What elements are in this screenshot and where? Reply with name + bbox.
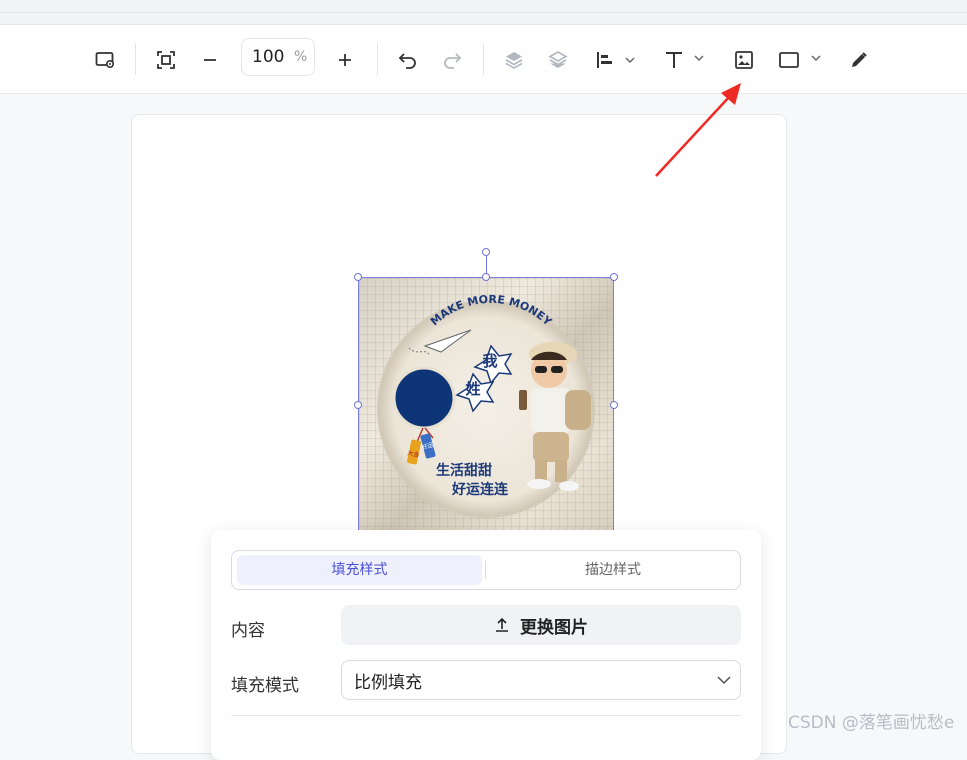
redo-icon[interactable] xyxy=(441,45,463,75)
upload-icon xyxy=(496,617,508,632)
zoom-value: 100 xyxy=(252,47,285,67)
blue-circle xyxy=(392,366,456,430)
resize-handle-e[interactable] xyxy=(610,401,618,409)
zoom-unit: % xyxy=(294,49,308,65)
toolbar-separator xyxy=(483,43,484,75)
canvas-settings-icon[interactable] xyxy=(94,45,116,75)
pen-icon[interactable] xyxy=(848,45,870,75)
tab-fill-style[interactable]: 填充样式 xyxy=(237,555,482,585)
slogan-line-2: 好运连连 xyxy=(451,481,509,498)
text-dropdown[interactable] xyxy=(664,45,704,75)
chevron-down-icon xyxy=(717,676,731,685)
fit-screen-icon[interactable] xyxy=(155,45,177,75)
image-artwork: MAKE MORE MONEY 我 姓 生活甜甜 好运连连 大吉 好运 xyxy=(377,293,595,518)
fill-mode-value: 比例填充 xyxy=(354,672,422,693)
zoom-in-icon[interactable] xyxy=(334,45,356,75)
replace-image-button[interactable]: 更换图片 xyxy=(341,605,741,645)
toolbar: 100 % xyxy=(0,25,967,94)
content-label: 内容 xyxy=(231,621,265,641)
panel-divider xyxy=(231,715,741,716)
zoom-input[interactable]: 100 % xyxy=(241,38,315,76)
selected-image[interactable]: MAKE MORE MONEY 我 姓 生活甜甜 好运连连 大吉 好运 xyxy=(358,277,614,535)
resize-handle-w[interactable] xyxy=(354,401,362,409)
layer-up-icon[interactable] xyxy=(503,45,525,75)
top-strip xyxy=(0,0,967,25)
properties-panel: 填充样式 描边样式 内容 更换图片 填充模式 比例填充 xyxy=(211,530,761,760)
zoom-out-icon[interactable] xyxy=(199,45,221,75)
fill-mode-select[interactable]: 比例填充 xyxy=(341,660,741,700)
layer-down-icon[interactable] xyxy=(547,45,569,75)
fill-mode-label: 填充模式 xyxy=(231,676,299,696)
undo-icon[interactable] xyxy=(397,45,419,75)
toolbar-separator xyxy=(377,43,378,75)
slogan-line-1: 生活甜甜 xyxy=(436,462,492,479)
top-strip-line xyxy=(0,12,967,13)
tab-divider xyxy=(485,561,486,579)
tab-stroke-style[interactable]: 描边样式 xyxy=(489,555,737,585)
align-dropdown[interactable] xyxy=(595,45,635,75)
toolbar-separator xyxy=(135,43,136,75)
char-1: 我 xyxy=(482,352,497,370)
shape-dropdown[interactable] xyxy=(778,45,824,75)
image-icon[interactable] xyxy=(733,45,755,75)
rotate-handle[interactable] xyxy=(482,248,490,256)
resize-handle-n[interactable] xyxy=(482,273,490,281)
resize-handle-ne[interactable] xyxy=(610,273,618,281)
resize-handle-nw[interactable] xyxy=(354,273,362,281)
style-tabs: 填充样式 描边样式 xyxy=(231,550,741,590)
replace-image-label: 更换图片 xyxy=(520,617,588,638)
char-2: 姓 xyxy=(465,380,480,398)
watermark: CSDN @落笔画忧愁e xyxy=(788,713,955,733)
